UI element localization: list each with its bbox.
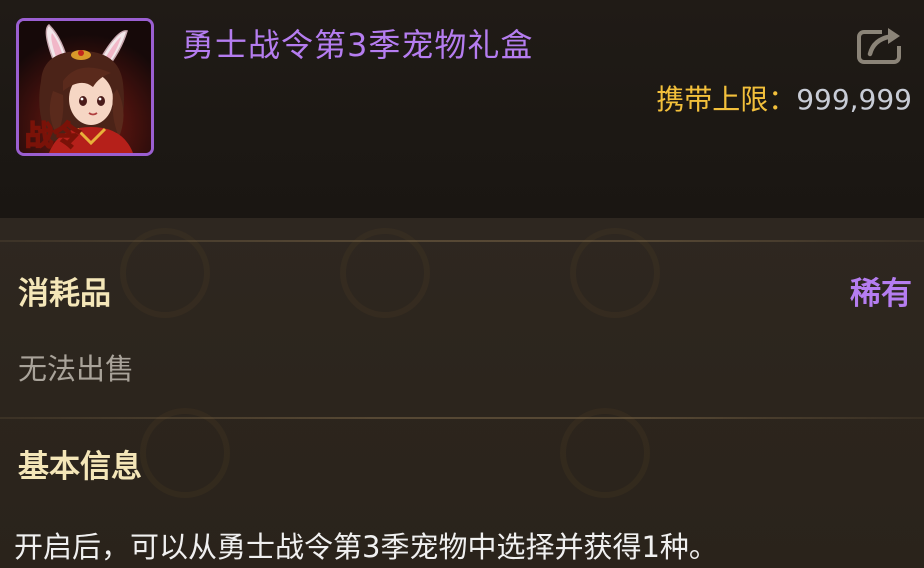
- sell-status: 无法出售: [18, 352, 135, 386]
- bunny-ear-girl-portrait-icon: 战令: [19, 21, 151, 153]
- share-button[interactable]: [856, 22, 908, 66]
- tooltip-body: [0, 218, 924, 568]
- item-category: 消耗品: [18, 276, 111, 312]
- section-title-basic-info: 基本信息: [18, 449, 142, 485]
- icon-badge-text: 战令: [25, 119, 82, 152]
- item-name: 勇士战令第3季宠物礼盒: [182, 26, 534, 64]
- watermark-emblem: [140, 408, 230, 498]
- carry-limit: 携带上限：999,999: [656, 78, 912, 118]
- item-description: 开启后，可以从勇士战令第3季宠物中选择并获得1种。: [14, 530, 718, 564]
- divider: [0, 240, 924, 242]
- item-rarity: 稀有: [850, 276, 912, 312]
- divider: [0, 417, 924, 419]
- item-icon: 战令: [16, 18, 154, 156]
- item-tooltip-panel: 战令 勇士战令第3季宠物礼盒 携带上限：999,999 消耗品 稀有 无法出售 …: [0, 0, 924, 568]
- carry-limit-value: 999,999: [796, 83, 912, 116]
- share-icon: [857, 24, 906, 64]
- watermark-emblem: [560, 408, 650, 498]
- carry-limit-label: 携带上限：: [656, 83, 797, 116]
